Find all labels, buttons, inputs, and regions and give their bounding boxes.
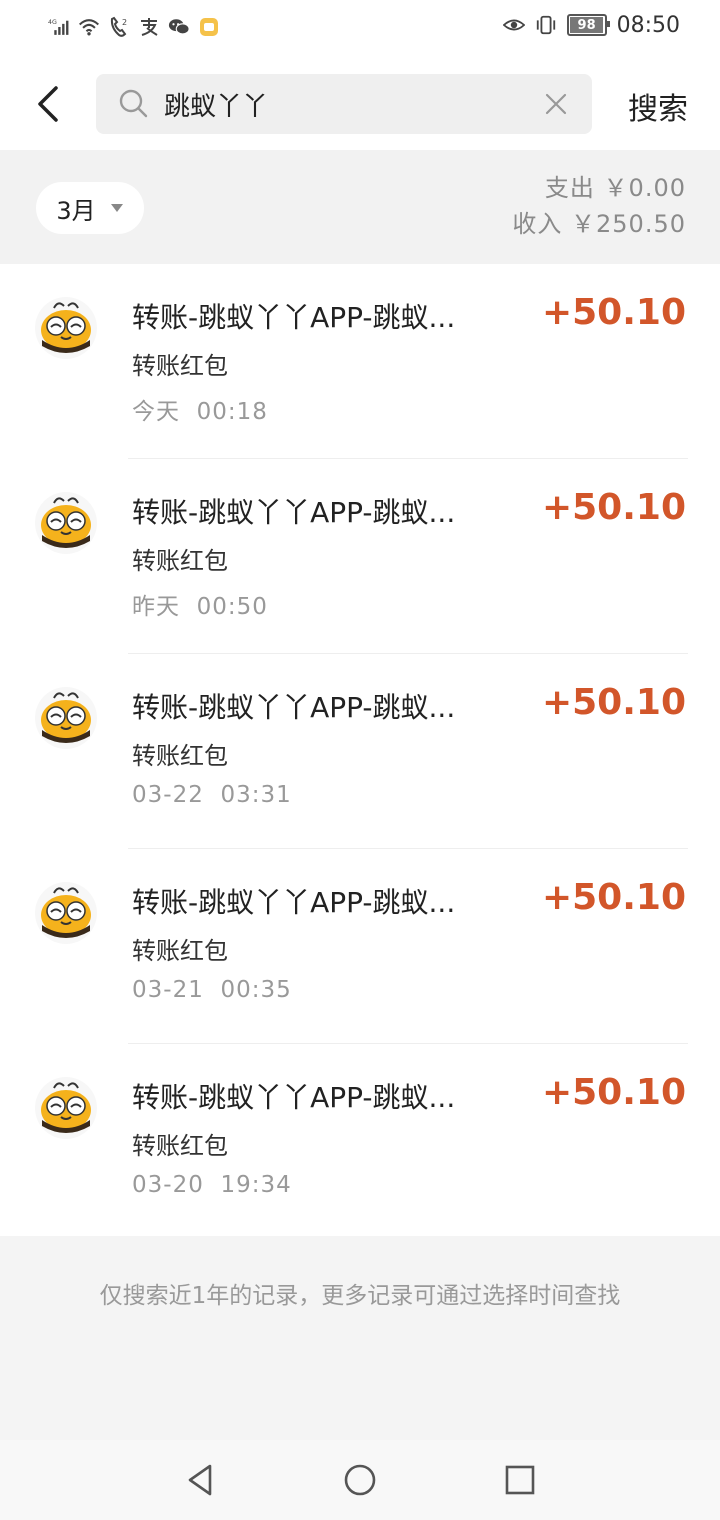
svg-text:2: 2 bbox=[122, 18, 127, 27]
transaction-subtitle: 转账红包 bbox=[132, 352, 228, 380]
transaction-time: 今天 00:18 bbox=[132, 399, 268, 425]
battery-icon: 98 bbox=[566, 14, 610, 36]
signal-icon: 4G bbox=[48, 14, 70, 40]
transaction-time: 03-21 00:35 bbox=[132, 977, 292, 1003]
alipay-icon bbox=[138, 14, 160, 40]
transaction-subtitle: 转账红包 bbox=[132, 937, 228, 965]
vibrate-icon bbox=[535, 12, 557, 38]
transaction-amount: +50.10 bbox=[541, 487, 686, 528]
transaction-subtitle: 转账红包 bbox=[132, 547, 228, 575]
transaction-subtitle: 转账红包 bbox=[132, 1132, 228, 1160]
search-button[interactable]: 搜索 bbox=[628, 84, 688, 128]
wechat-icon bbox=[168, 14, 190, 40]
transaction-title: 转账-跳蚁丫丫APP-跳蚁... bbox=[132, 886, 456, 919]
transaction-title: 转账-跳蚁丫丫APP-跳蚁... bbox=[132, 691, 456, 724]
network-label: 4G bbox=[48, 19, 57, 26]
nav-home-icon[interactable] bbox=[342, 1462, 378, 1498]
hd-call-icon: 2 bbox=[108, 14, 130, 40]
income-total: 收入 ￥250.50 bbox=[512, 210, 686, 238]
transaction-time: 03-20 19:34 bbox=[132, 1172, 292, 1198]
month-selector[interactable]: 3月 bbox=[36, 182, 144, 234]
transaction-item[interactable]: 转账-跳蚁丫丫APP-跳蚁... 转账红包 03-21 00:35 +50.10 bbox=[0, 849, 720, 1044]
status-right: 98 08:50 bbox=[502, 12, 680, 38]
clear-icon[interactable] bbox=[544, 92, 568, 116]
transaction-list: 转账-跳蚁丫丫APP-跳蚁... 转账红包 今天 00:18 +50.10 转账… bbox=[0, 264, 720, 1236]
transaction-title: 转账-跳蚁丫丫APP-跳蚁... bbox=[132, 496, 456, 529]
bee-avatar-icon bbox=[34, 491, 98, 555]
chevron-down-icon bbox=[110, 204, 123, 212]
transaction-item[interactable]: 转账-跳蚁丫丫APP-跳蚁... 转账红包 03-22 03:31 +50.10 bbox=[0, 654, 720, 849]
transaction-amount: +50.10 bbox=[541, 292, 686, 333]
transaction-item[interactable]: 转账-跳蚁丫丫APP-跳蚁... 转账红包 今天 00:18 +50.10 bbox=[0, 264, 720, 459]
clock: 08:50 bbox=[616, 12, 680, 38]
back-button[interactable] bbox=[28, 80, 72, 128]
nav-recents-icon[interactable] bbox=[502, 1462, 538, 1498]
back-icon bbox=[38, 86, 58, 122]
expense-total: 支出 ￥0.00 bbox=[544, 174, 686, 202]
wifi-icon bbox=[78, 14, 100, 40]
summary-totals: 支出 ￥0.00 收入 ￥250.50 bbox=[512, 170, 686, 242]
bee-avatar-icon bbox=[34, 296, 98, 360]
transaction-amount: +50.10 bbox=[541, 1072, 686, 1113]
nav-back-icon[interactable] bbox=[182, 1462, 218, 1498]
notification-icon bbox=[198, 14, 220, 40]
battery-percent: 98 bbox=[577, 17, 596, 33]
status-left: 4G 2 bbox=[48, 14, 220, 40]
transaction-item[interactable]: 转账-跳蚁丫丫APP-跳蚁... 转账红包 03-20 19:34 +50.10 bbox=[0, 1044, 720, 1239]
status-bar: 4G 2 98 08:50 bbox=[0, 0, 720, 58]
bee-avatar-icon bbox=[34, 686, 98, 750]
search-input[interactable] bbox=[164, 74, 524, 134]
system-nav-bar bbox=[0, 1440, 720, 1520]
transaction-item[interactable]: 转账-跳蚁丫丫APP-跳蚁... 转账红包 昨天 00:50 +50.10 bbox=[0, 459, 720, 654]
eye-comfort-icon bbox=[502, 12, 525, 38]
bee-avatar-icon bbox=[34, 1076, 98, 1140]
search-range-note: 仅搜索近1年的记录，更多记录可通过选择时间查找 bbox=[99, 1283, 621, 1309]
search-box[interactable] bbox=[96, 74, 592, 134]
transaction-title: 转账-跳蚁丫丫APP-跳蚁... bbox=[132, 301, 456, 334]
transaction-time: 03-22 03:31 bbox=[132, 782, 292, 808]
transaction-subtitle: 转账红包 bbox=[132, 742, 228, 770]
transaction-title: 转账-跳蚁丫丫APP-跳蚁... bbox=[132, 1081, 456, 1114]
transaction-amount: +50.10 bbox=[541, 877, 686, 918]
month-summary: 3月 支出 ￥0.00 收入 ￥250.50 bbox=[0, 150, 720, 264]
transaction-time: 昨天 00:50 bbox=[132, 594, 268, 620]
search-icon bbox=[119, 89, 148, 118]
month-label: 3月 bbox=[56, 196, 96, 225]
bee-avatar-icon bbox=[34, 881, 98, 945]
transaction-amount: +50.10 bbox=[541, 682, 686, 723]
search-header: 搜索 bbox=[0, 58, 720, 150]
